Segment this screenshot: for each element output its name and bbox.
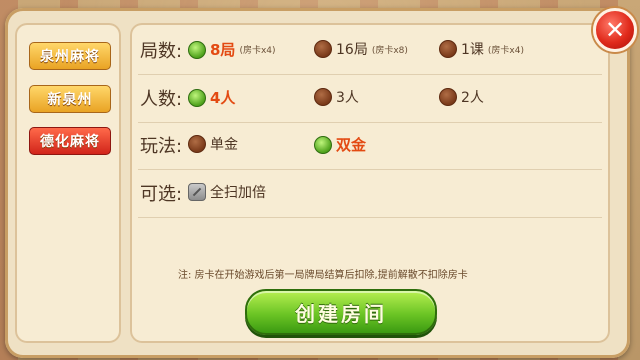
option-cost: (房卡x4) — [487, 45, 524, 56]
create-room-label: 创建房间 — [295, 301, 387, 326]
rounds-row: 局数: 8局 (房卡x4) 16局 (房卡x8) 1课 (房卡x4) — [130, 29, 610, 75]
radio-selected-icon[interactable] — [188, 40, 206, 59]
divider — [138, 217, 602, 218]
option-cost: (房卡x4) — [239, 46, 276, 56]
option-label: 16局 — [336, 42, 368, 58]
optional-label: 可选: — [140, 184, 183, 205]
radio-unselected-icon[interactable] — [314, 40, 332, 58]
close-button[interactable]: ✕ — [593, 8, 637, 52]
sidebar-item-quanzhou-mahjong[interactable]: 泉州麻将 — [29, 42, 111, 70]
radio-unselected-icon[interactable] — [314, 88, 332, 106]
create-room-button[interactable]: 创建房间 — [245, 289, 437, 335]
players-option-2[interactable]: 2人 — [439, 87, 484, 107]
radio-selected-icon[interactable] — [314, 135, 332, 154]
sidebar-item-new-quanzhou[interactable]: 新泉州 — [29, 85, 111, 113]
radio-unselected-icon[interactable] — [188, 135, 206, 153]
players-label: 人数: — [140, 89, 183, 110]
optional-row: 可选: 全扫加倍 — [130, 172, 610, 218]
rounds-option-1-lesson[interactable]: 1课 (房卡x4) — [439, 39, 524, 59]
optional-full-sweep-double[interactable]: 全扫加倍 — [188, 182, 266, 202]
sidebar-item-label: 德化麻将 — [40, 134, 100, 150]
sidebar-item-label: 泉州麻将 — [40, 49, 100, 65]
sidebar-item-label: 新泉州 — [47, 92, 93, 108]
option-label: 3人 — [336, 90, 359, 106]
players-option-4[interactable]: 4人 — [188, 87, 235, 108]
close-icon: ✕ — [604, 16, 626, 44]
play-style-option-single-gold[interactable]: 单金 — [188, 134, 238, 154]
radio-unselected-icon[interactable] — [439, 88, 457, 106]
sidebar-item-dehua-mahjong[interactable]: 德化麻将 — [29, 127, 111, 155]
play-style-row: 玩法: 单金 双金 — [130, 124, 610, 170]
option-label: 1课 — [461, 42, 484, 58]
radio-selected-icon[interactable] — [188, 88, 206, 107]
option-label: 单金 — [210, 137, 238, 153]
option-label: 2人 — [461, 90, 484, 106]
radio-unselected-icon[interactable] — [439, 40, 457, 58]
option-label: 4人 — [210, 89, 236, 107]
rounds-option-8[interactable]: 8局 (房卡x4) — [188, 39, 276, 60]
game-type-sidebar: 泉州麻将 新泉州 德化麻将 — [15, 23, 121, 343]
divider — [138, 169, 602, 170]
players-row: 人数: 4人 3人 2人 — [130, 77, 610, 123]
divider — [138, 74, 602, 75]
rounds-option-16[interactable]: 16局 (房卡x8) — [314, 39, 408, 59]
option-label: 全扫加倍 — [210, 185, 266, 201]
divider — [138, 122, 602, 123]
play-style-label: 玩法: — [140, 136, 183, 157]
rounds-label: 局数: — [140, 41, 183, 62]
option-label: 8局 — [210, 41, 236, 59]
room-card-note: 注: 房卡在开始游戏后第一局牌局结算后扣除,提前解散不扣除房卡 — [178, 270, 468, 281]
play-style-option-double-gold[interactable]: 双金 — [314, 134, 366, 155]
players-option-3[interactable]: 3人 — [314, 87, 359, 107]
option-label: 双金 — [336, 136, 367, 154]
option-cost: (房卡x8) — [371, 45, 408, 56]
checkbox-disabled-icon[interactable] — [188, 183, 206, 201]
